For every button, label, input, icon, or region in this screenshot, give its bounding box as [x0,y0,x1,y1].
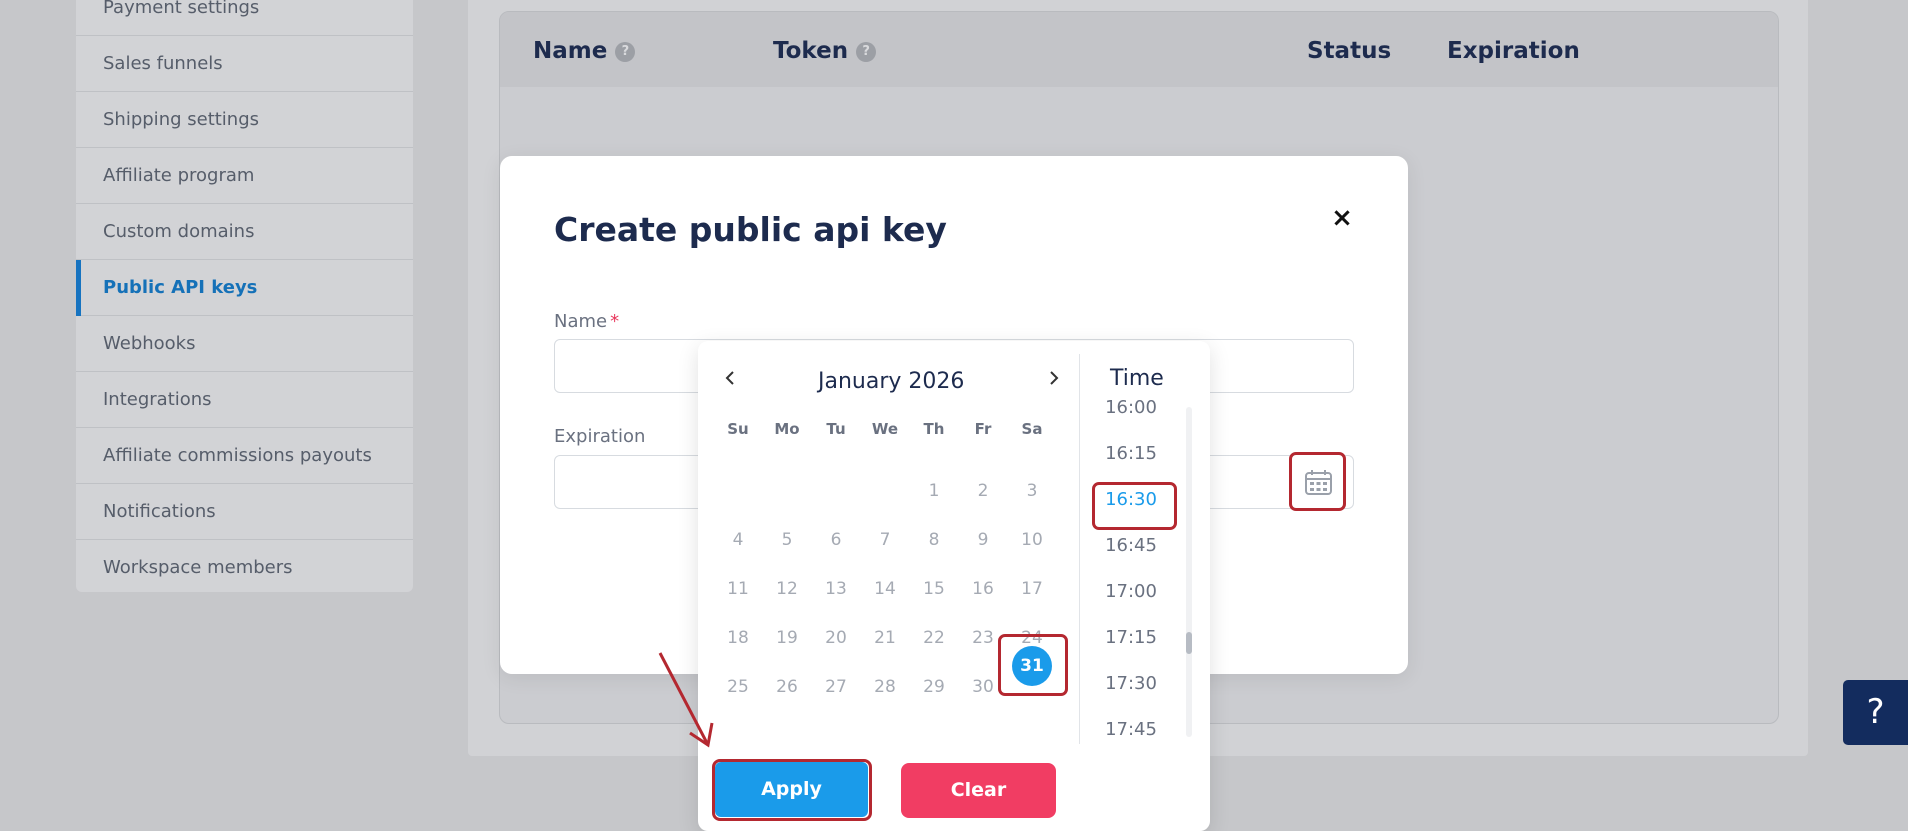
column-header-status: Status [1307,38,1392,64]
chevron-right-icon [1050,371,1059,385]
month-label: January 2026 [818,369,965,394]
day-cell[interactable]: 4 [718,520,758,560]
day-cell[interactable]: 28 [865,667,905,707]
day-cell[interactable]: 3 [1012,471,1052,511]
time-list[interactable]: 16:00 16:15 16:30 16:45 17:00 17:15 17:3… [1091,397,1191,742]
day-cell[interactable]: 17 [1012,569,1052,609]
column-header-token: Token? [773,38,877,64]
chevron-left-icon [725,371,734,385]
day-cell[interactable]: 20 [816,618,856,658]
day-cell[interactable]: 19 [767,618,807,658]
time-scrollbar[interactable] [1186,407,1192,737]
help-icon[interactable]: ? [615,41,636,62]
sidebar-item-affiliate-program[interactable]: Affiliate program [76,148,413,204]
day-cell[interactable]: 14 [865,569,905,609]
help-icon[interactable]: ? [856,41,877,62]
apply-button-highlight [712,759,872,821]
selected-day-highlight [998,634,1068,696]
weekday-label: Su [727,420,749,438]
day-cell[interactable]: 29 [914,667,954,707]
modal-title: Create public api key [554,210,947,249]
day-cell[interactable]: 18 [718,618,758,658]
time-column-title: Time [1110,366,1164,391]
day-cell[interactable]: 12 [767,569,807,609]
weekday-label: Th [923,420,945,438]
table-header: Name? Token? Status Expiration [500,12,1778,87]
day-cell[interactable]: 25 [718,667,758,707]
sidebar-item-payment-settings[interactable]: Payment settings [76,0,413,36]
time-option[interactable]: 16:45 [1091,535,1171,556]
column-header-expiration: Expiration [1447,38,1580,64]
sidebar-item-notifications[interactable]: Notifications [76,484,413,540]
column-header-name: Name? [533,38,636,64]
sidebar-item-affiliate-commissions-payouts[interactable]: Affiliate commissions payouts [76,428,413,484]
day-cell[interactable]: 15 [914,569,954,609]
day-cell[interactable]: 6 [816,520,856,560]
weekday-label: Mo [774,420,800,438]
day-cell[interactable]: 23 [963,618,1003,658]
weekday-label: Tu [826,420,846,438]
name-field-label: Name * [554,311,620,332]
annotation-arrow-icon [658,652,714,748]
day-cell[interactable]: 1 [914,471,954,511]
time-option[interactable]: 17:15 [1091,627,1171,648]
day-cell[interactable]: 10 [1012,520,1052,560]
day-cell[interactable]: 5 [767,520,807,560]
day-cell[interactable]: 11 [718,569,758,609]
day-cell[interactable]: 30 [963,667,1003,707]
day-cell[interactable]: 22 [914,618,954,658]
prev-month-button[interactable] [716,363,744,393]
weekday-label: We [871,420,899,438]
close-icon[interactable]: × [1330,205,1354,231]
sidebar-item-integrations[interactable]: Integrations [76,372,413,428]
day-cell[interactable]: 13 [816,569,856,609]
day-cell[interactable]: 7 [865,520,905,560]
time-scrollbar-thumb[interactable] [1186,632,1192,654]
datetime-picker: January 2026 Su Mo Tu We Th Fr Sa 1 2 3 … [698,341,1210,831]
weekday-label: Fr [974,420,992,438]
weekday-label: Sa [1021,420,1043,438]
day-cell[interactable]: 21 [865,618,905,658]
sidebar-item-shipping-settings[interactable]: Shipping settings [76,92,413,148]
day-cell[interactable]: 8 [914,520,954,560]
sidebar-item-custom-domains[interactable]: Custom domains [76,204,413,260]
time-option[interactable]: 17:30 [1091,673,1171,694]
required-mark: * [610,311,620,332]
settings-sidebar: Payment settings Sales funnels Shipping … [76,0,413,592]
next-month-button[interactable] [1040,363,1068,393]
picker-divider [1079,354,1080,744]
sidebar-item-workspace-members[interactable]: Workspace members [76,540,413,596]
calendar-icon [1305,470,1332,495]
time-option[interactable]: 16:00 [1091,397,1171,418]
day-cell[interactable]: 26 [767,667,807,707]
expiration-field-label: Expiration [554,426,646,447]
clear-button[interactable]: Clear [901,763,1056,818]
time-option[interactable]: 17:45 [1091,719,1171,740]
time-option[interactable]: 17:00 [1091,581,1171,602]
sidebar-item-webhooks[interactable]: Webhooks [76,316,413,372]
calendar-button[interactable] [1289,452,1346,511]
day-cell[interactable]: 2 [963,471,1003,511]
day-cell[interactable]: 16 [963,569,1003,609]
day-cell[interactable]: 9 [963,520,1003,560]
selected-time-highlight [1092,482,1177,530]
sidebar-item-sales-funnels[interactable]: Sales funnels [76,36,413,92]
help-button[interactable]: ? [1843,680,1908,745]
sidebar-item-public-api-keys[interactable]: Public API keys [76,260,413,316]
time-option[interactable]: 16:15 [1091,443,1171,464]
day-cell[interactable]: 27 [816,667,856,707]
